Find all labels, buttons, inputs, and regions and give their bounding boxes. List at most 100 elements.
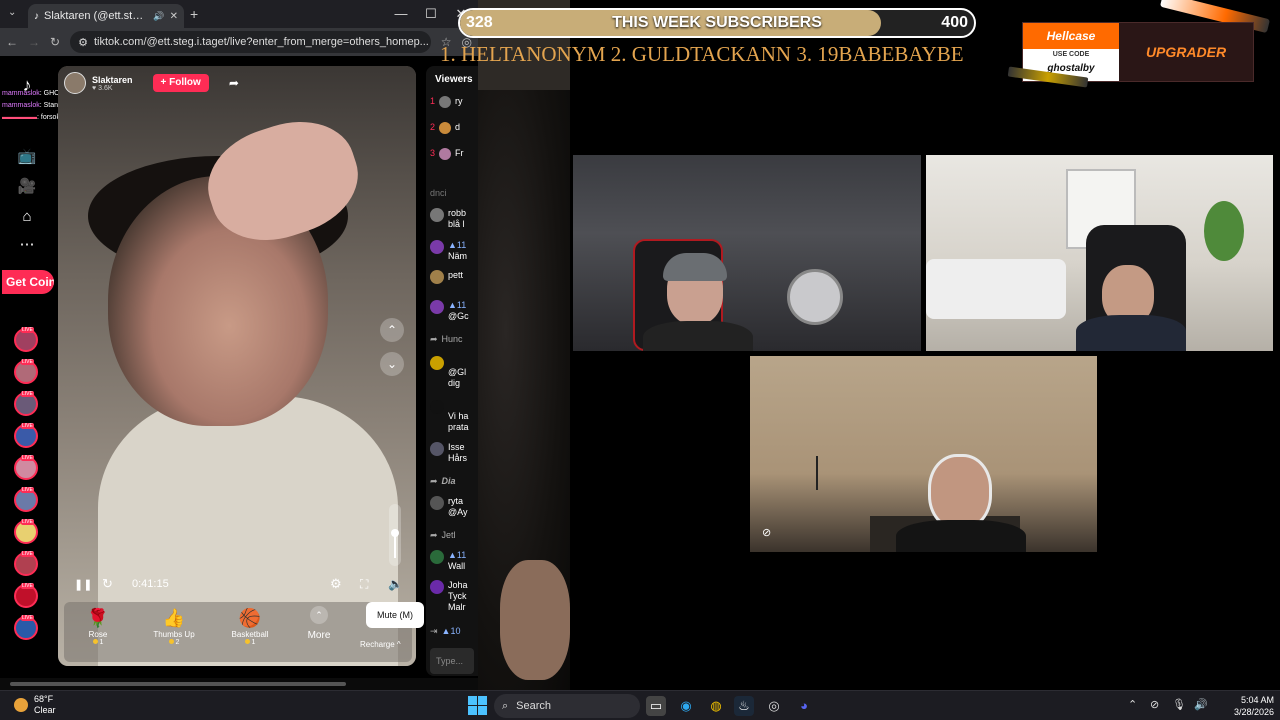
tab-list-chevron-icon[interactable]: ⌄ <box>8 7 16 18</box>
tab-strip: ⌄ ♪ Slaktaren (@ett.steg.i.taget) 🔊 ✕ + … <box>0 0 478 28</box>
video-camera-icon[interactable]: 🎥 <box>16 176 38 198</box>
chevron-up-icon: ⌃ <box>310 606 328 624</box>
person-head <box>928 454 992 530</box>
tab-close-icon[interactable]: ✕ <box>170 11 178 22</box>
follower-count: ♥ 3.6K <box>92 84 113 92</box>
network-off-icon[interactable]: ⊘ <box>1150 698 1159 711</box>
weather-widget[interactable]: 68°F Clear <box>14 694 56 716</box>
gift-price: 1 <box>68 639 128 646</box>
cap <box>663 253 727 281</box>
home-icon[interactable]: ⌂ <box>16 206 38 228</box>
moon-weather-icon <box>14 698 28 712</box>
previous-live-button[interactable]: ⌃ <box>380 318 404 342</box>
start-button[interactable] <box>468 696 488 716</box>
tray-overflow-icon[interactable]: ⌃ <box>1128 698 1137 711</box>
recharge-button[interactable]: Recharge ^ <box>360 640 401 649</box>
sofa <box>926 259 1066 319</box>
share-icon: ➦ <box>430 476 438 486</box>
gift-label: Basketball <box>231 630 269 639</box>
url-text: tiktok.com/@ett.steg.i.taget/live?enter_… <box>93 36 429 48</box>
audio-playing-icon[interactable]: 🔊 <box>153 11 164 22</box>
search-label: Search <box>516 700 552 712</box>
maximize-button[interactable]: ☐ <box>416 4 446 24</box>
fan-graphic <box>787 269 843 325</box>
streamer-header: Slaktaren ♥ 3.6K + Follow ➦ <box>64 72 239 94</box>
top-viewer[interactable]: 3 Fr <box>430 148 478 160</box>
temperature: 68°F <box>34 694 54 704</box>
chat-row: Isse Hårs <box>430 442 478 464</box>
reload-icon[interactable]: ↻ <box>50 35 60 49</box>
steam-icon[interactable]: ♨ <box>734 696 754 716</box>
horizontal-scrollbar[interactable] <box>10 682 346 686</box>
top-supporters-list: 1. HELTANONYM 2. GULDTACKANN 3. 19BABEBA… <box>440 42 964 66</box>
follow-button[interactable]: + Follow <box>152 74 209 92</box>
more-dots-icon[interactable]: ⋯ <box>16 234 38 256</box>
system-clock[interactable]: 5:04 AM 3/28/2026 <box>1218 694 1274 718</box>
microphone-icon[interactable]: 🎙 <box>1172 698 1186 711</box>
url-field[interactable]: ⚙ tiktok.com/@ett.steg.i.taget/live?ente… <box>70 31 431 53</box>
gift-thumbs-up[interactable]: 👍 Thumbs Up 2 <box>144 606 204 646</box>
mute-icon[interactable]: 🔈 <box>388 577 403 591</box>
gift-price: 2 <box>144 639 204 646</box>
live-avatar[interactable]: LIVE <box>14 455 38 480</box>
elapsed-time: 0:41:15 <box>132 578 169 590</box>
edge-icon[interactable]: ◉ <box>676 696 696 716</box>
gift-price: 1 <box>220 639 280 646</box>
chat-row: ▲11 Näm <box>430 240 478 262</box>
next-live-button[interactable]: ⌄ <box>380 352 404 376</box>
live-avatar[interactable]: LIVE <box>14 391 38 416</box>
live-avatar[interactable]: LIVE <box>14 487 38 512</box>
exit-icon: ⇥ <box>430 626 438 636</box>
live-avatar[interactable]: LIVE <box>14 583 38 608</box>
viewers-title: Viewers <box>435 74 473 85</box>
taskbar-search[interactable]: ⌕ Search <box>494 694 640 718</box>
live-avatar[interactable]: LIVE <box>14 423 38 448</box>
share-icon: ➦ <box>430 334 438 344</box>
chat-input[interactable]: Type... <box>430 648 474 674</box>
live-avatar[interactable]: LIVE <box>14 519 38 544</box>
webcam-feed-3: ⊘ <box>750 356 1097 552</box>
volume-knob[interactable] <box>391 529 399 537</box>
thumbs-up-icon: 👍 <box>162 608 186 628</box>
back-icon[interactable]: ← <box>6 35 18 49</box>
live-avatar[interactable]: LIVE <box>14 359 38 384</box>
get-coins-button[interactable]: Get Coins <box>2 270 54 294</box>
subscriber-goal-title: THIS WEEK SUBSCRIBERS <box>612 14 822 31</box>
refresh-icon[interactable]: ↻ <box>102 576 113 592</box>
live-avatar[interactable]: LIVE <box>14 551 38 576</box>
top-viewer[interactable]: 2d <box>430 122 478 134</box>
new-tab-button[interactable]: + <box>190 6 198 22</box>
share-icon[interactable]: ➦ <box>229 76 239 90</box>
speaker-icon[interactable]: 🔊 <box>1194 698 1208 711</box>
streamer-name[interactable]: Slaktaren <box>92 75 133 85</box>
gift-label: Thumbs Up <box>153 630 195 639</box>
pause-icon[interactable]: ❚❚ <box>74 578 92 591</box>
live-avatar[interactable]: LIVE <box>14 615 38 640</box>
rose-icon: 🌹 <box>86 608 110 628</box>
settings-icon[interactable]: ⚙ <box>330 576 342 592</box>
streamer-avatar[interactable] <box>64 72 86 94</box>
viewers-panel: Viewers 1 ry 2d 3 Fr dnci robb blå l ▲11 Näm… <box>426 66 478 676</box>
chat-row: dnci <box>430 188 447 198</box>
gift-basketball[interactable]: 🏀 Basketball 1 <box>220 606 280 646</box>
task-view-icon[interactable]: ▭ <box>646 696 666 716</box>
volume-slider[interactable] <box>389 504 401 566</box>
discord-icon[interactable]: ◕ <box>794 696 814 716</box>
live-avatar[interactable]: LIVE <box>14 327 38 352</box>
more-gifts-button[interactable]: ⌃ More <box>300 606 338 641</box>
live-tv-icon[interactable]: 📺 <box>16 146 38 168</box>
upgrader-label: UPGRADER <box>1145 44 1227 60</box>
webcam-feed-2 <box>926 155 1273 351</box>
live-video-player[interactable]: Slaktaren ♥ 3.6K + Follow ➦ ⌃ ⌄ ❚❚ ↻ 0:4… <box>58 66 416 666</box>
gift-rose[interactable]: 🌹 Rose 1 <box>68 606 128 646</box>
obs-icon[interactable]: ◎ <box>764 696 784 716</box>
hellcase-logo: Hellcase <box>1023 23 1119 49</box>
tab-tiktok[interactable]: ♪ Slaktaren (@ett.steg.i.taget) 🔊 ✕ <box>28 4 184 28</box>
minimize-button[interactable]: — <box>386 4 416 24</box>
site-info-icon[interactable]: ⚙ <box>78 36 88 49</box>
chat-row: Vi ha prata <box>430 400 478 433</box>
fullscreen-icon[interactable]: ⛶ <box>360 577 368 592</box>
forward-icon[interactable]: → <box>28 35 40 49</box>
top-viewer[interactable]: 1 ry <box>430 96 478 108</box>
chrome-icon[interactable]: ◍ <box>706 696 726 716</box>
